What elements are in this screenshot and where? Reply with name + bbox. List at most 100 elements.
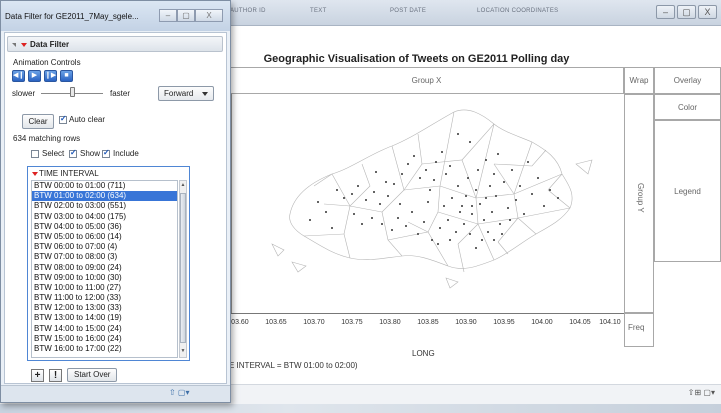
data-filter-window: Data Filter for GE2011_7May_sgele... – ▢…	[0, 0, 231, 403]
time-interval-list-item[interactable]: BTW 14:00 to 15:00 (24)	[32, 324, 177, 334]
x-tick-label: 104.00	[531, 319, 553, 326]
column-author-id[interactable]: AUTHOR ID	[230, 8, 266, 14]
matching-rows-count: 634 matching rows	[13, 134, 81, 143]
clear-button[interactable]: Clear	[22, 114, 54, 129]
include-label: Include	[113, 149, 139, 158]
group-x-drop-zone[interactable]: Group X	[229, 67, 624, 94]
animation-buttons: ◀❙ ▶ ❙▶ ■	[12, 70, 73, 82]
group-y-drop-zone[interactable]: Group Y	[624, 94, 654, 313]
freq-label: Freq	[628, 323, 645, 332]
color-label: Color	[677, 103, 698, 112]
time-interval-list-item[interactable]: BTW 07:00 to 08:00 (3)	[32, 252, 177, 262]
speed-slider-thumb[interactable]	[70, 87, 75, 97]
time-interval-list-item[interactable]: BTW 10:00 to 11:00 (27)	[32, 283, 177, 293]
time-interval-list-item[interactable]: BTW 01:00 to 02:00 (634)	[32, 191, 177, 202]
data-filter-window-title: Data Filter for GE2011_7May_sgele...	[5, 12, 139, 21]
footer-menu-icons[interactable]: ⇧ ▢▾	[169, 388, 190, 397]
scroll-up-icon[interactable]: ▲	[180, 182, 186, 190]
scroll-down-icon[interactable]: ▼	[180, 348, 186, 356]
maximize-button[interactable]: ▢	[677, 5, 696, 19]
collapse-triangle-icon[interactable]	[12, 43, 16, 47]
maximize-button[interactable]: ▢	[177, 9, 195, 22]
time-interval-list-item[interactable]: BTW 03:00 to 04:00 (175)	[32, 212, 177, 222]
red-menu-triangle-icon[interactable]	[21, 43, 27, 47]
time-interval-filter: TIME INTERVAL BTW 00:00 to 01:00 (711) BT…	[27, 166, 190, 361]
time-interval-list-item[interactable]: BTW 05:00 to 06:00 (14)	[32, 232, 177, 242]
x-tick-label: 103.90	[455, 319, 477, 326]
x-tick-label: 103.75	[341, 319, 363, 326]
animation-controls-label: Animation Controls	[13, 58, 81, 67]
overlay-label: Overlay	[673, 76, 702, 85]
group-y-label: Group Y	[636, 183, 645, 213]
column-post-date[interactable]: POST DATE	[390, 8, 426, 14]
data-filter-header-label: Data Filter	[30, 40, 70, 49]
data-filter-panel: Data Filter Animation Controls ◀❙ ▶ ❙▶ ■…	[4, 32, 227, 384]
start-over-button[interactable]: Start Over	[67, 368, 118, 382]
time-interval-list-item[interactable]: BTW 11:00 to 12:00 (33)	[32, 293, 177, 303]
filter-column-name: TIME INTERVAL	[39, 169, 99, 178]
time-interval-list-item[interactable]: BTW 13:00 to 14:00 (19)	[32, 313, 177, 323]
list-scrollbar[interactable]: ▲ ▼	[179, 180, 187, 358]
freq-drop-zone[interactable]: Freq	[624, 313, 654, 347]
wrap-label: Wrap	[629, 76, 649, 85]
chevron-down-icon	[202, 92, 208, 96]
footer-menu-icons[interactable]: ⇧⊞ ▢▾	[688, 388, 715, 397]
background-window-controls: – ▢ X	[656, 5, 717, 19]
select-label: Select	[42, 149, 65, 158]
singapore-map-plot	[271, 109, 593, 289]
remove-filter-button[interactable]: !	[49, 368, 62, 382]
stop-icon[interactable]: ■	[60, 70, 73, 82]
column-text[interactable]: TEXT	[310, 8, 327, 14]
show-checkbox[interactable]	[69, 148, 77, 158]
include-checkbox[interactable]	[102, 148, 110, 158]
close-button[interactable]: X	[698, 5, 717, 19]
x-axis-line	[231, 313, 624, 314]
color-drop-zone[interactable]: Color	[654, 94, 721, 120]
singapore-boundary-map	[271, 109, 593, 289]
wrap-drop-zone[interactable]: Wrap	[624, 67, 654, 94]
x-tick-label: 103.95	[493, 319, 515, 326]
step-back-icon[interactable]: ◀❙	[12, 70, 25, 82]
auto-clear-checkbox[interactable]	[59, 114, 67, 124]
auto-clear-label: Auto clear	[69, 115, 106, 124]
direction-dropdown[interactable]: Forward	[158, 86, 214, 101]
time-interval-list[interactable]: BTW 00:00 to 01:00 (711) BTW 01:00 to 02:…	[31, 180, 178, 358]
step-forward-icon[interactable]: ❙▶	[44, 70, 57, 82]
taskbar-strip	[0, 404, 721, 413]
add-filter-button[interactable]: +	[31, 368, 44, 382]
time-interval-list-item[interactable]: BTW 02:00 to 03:00 (551)	[32, 201, 177, 211]
overlay-drop-zone[interactable]: Overlay	[654, 67, 721, 94]
select-checkbox[interactable]	[31, 150, 39, 158]
filter-bottom-buttons: + ! Start Over	[31, 368, 118, 382]
play-icon[interactable]: ▶	[28, 70, 41, 82]
show-label: Show	[80, 149, 101, 158]
x-tick-label: 103.80	[379, 319, 401, 326]
time-interval-list-item[interactable]: BTW 04:00 to 05:00 (36)	[32, 222, 177, 232]
time-interval-list-item[interactable]: BTW 12:00 to 13:00 (33)	[32, 303, 177, 313]
close-button[interactable]: X	[195, 9, 223, 22]
minimize-button[interactable]: –	[159, 9, 177, 22]
where-clause-text: E INTERVAL = BTW 01:00 to 02:00)	[229, 361, 358, 370]
x-tick-label: 103.85	[417, 319, 439, 326]
time-interval-list-item[interactable]: BTW 06:00 to 07:00 (4)	[32, 242, 177, 252]
time-interval-list-item[interactable]: BTW 00:00 to 01:00 (711)	[32, 181, 177, 191]
chart-title: Geographic Visualisation of Tweets on GE…	[263, 53, 570, 65]
minimize-button[interactable]: –	[656, 5, 675, 19]
data-filter-titlebar[interactable]: Data Filter for GE2011_7May_sgele... – ▢…	[1, 1, 230, 31]
legend-area[interactable]: Legend	[654, 120, 721, 262]
x-tick-label: 103.70	[303, 319, 325, 326]
red-menu-triangle-icon[interactable]	[32, 172, 38, 176]
x-tick-label: 104.05	[569, 319, 591, 326]
column-location-coordinates[interactable]: LOCATION COORDINATES	[477, 8, 558, 14]
time-interval-list-item[interactable]: BTW 15:00 to 16:00 (24)	[32, 334, 177, 344]
x-tick-label: 103.65	[265, 319, 287, 326]
time-interval-list-item[interactable]: BTW 08:00 to 09:00 (24)	[32, 263, 177, 273]
faster-label: faster	[110, 89, 131, 98]
legend-label: Legend	[674, 187, 701, 196]
x-axis-label: LONG	[412, 349, 435, 358]
time-interval-list-item[interactable]: BTW 09:00 to 10:00 (30)	[32, 273, 177, 283]
data-filter-header[interactable]: Data Filter	[7, 36, 223, 52]
data-table-column-headers: AUTHOR ID TEXT POST DATE LOCATION COORDI…	[230, 5, 630, 21]
time-interval-list-item[interactable]: BTW 16:00 to 17:00 (22)	[32, 344, 177, 354]
scrollbar-thumb[interactable]	[180, 193, 186, 343]
